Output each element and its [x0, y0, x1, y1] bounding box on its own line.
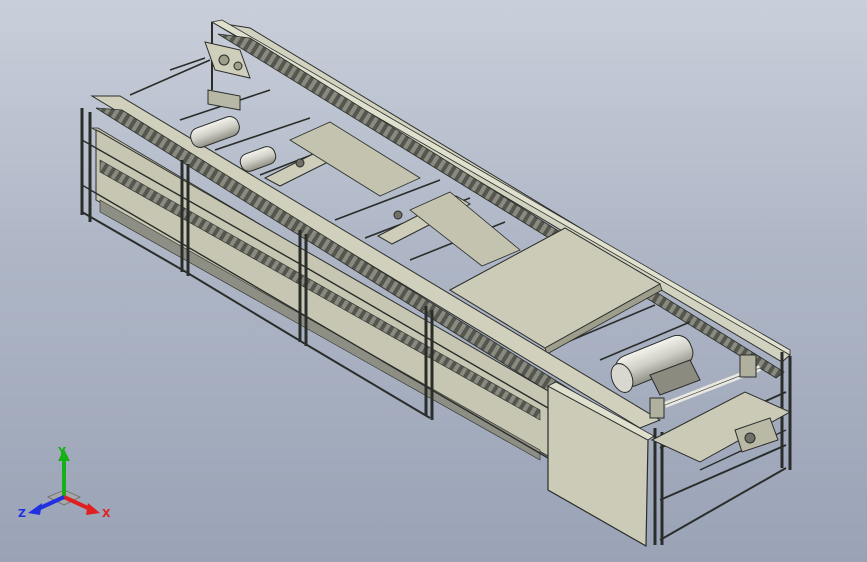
x-axis-label: X: [102, 507, 111, 520]
x-axis-head: [86, 503, 100, 515]
y-axis-label: Y: [57, 445, 67, 458]
z-axis-label: Z: [18, 507, 26, 520]
conveyor-model[interactable]: [0, 0, 867, 562]
z-axis-head: [28, 503, 42, 515]
orientation-triad: Y X Z: [18, 445, 111, 520]
cad-viewport[interactable]: Y X Z: [0, 0, 867, 562]
drive-motor: [610, 334, 701, 396]
